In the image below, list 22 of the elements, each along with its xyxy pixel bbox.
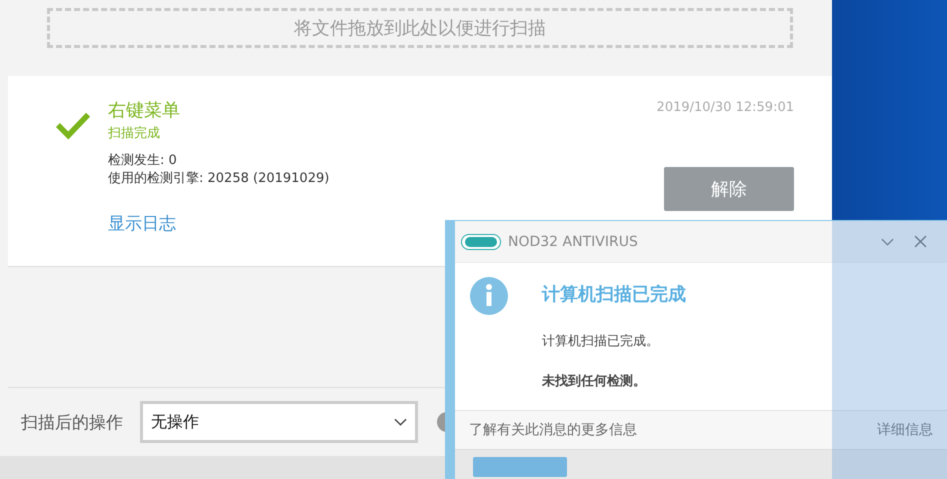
notification-message: 计算机扫描已完成。 xyxy=(542,333,660,350)
close-icon[interactable] xyxy=(914,235,927,248)
action-dropdown[interactable]: 无操作 xyxy=(140,401,418,443)
details-toggle[interactable]: 详细信息 xyxy=(877,421,933,439)
detail-text: 检测发生: 0 xyxy=(108,152,178,170)
drop-zone[interactable]: 将文件拖放到此处以便进行扫描 xyxy=(47,8,793,48)
chevron-down-icon[interactable] xyxy=(881,238,894,246)
scan-title: 右键菜单 xyxy=(108,99,181,122)
detail-text: 使用的检测引擎: 20258 (20191029) xyxy=(108,170,330,188)
notification-heading: 计算机扫描已完成 xyxy=(542,283,686,306)
notification-result: 未找到任何检测。 xyxy=(542,373,647,390)
scan-status: 扫描完成 xyxy=(108,125,161,142)
timestamp: 2019/10/30 12:59:01 xyxy=(656,100,794,115)
chevron-down-icon xyxy=(394,418,407,426)
after-scan-label: 扫描后的操作 xyxy=(21,412,124,434)
more-info-link[interactable]: 了解有关此消息的更多信息 xyxy=(469,421,637,439)
show-log-link[interactable]: 显示日志 xyxy=(108,212,330,235)
product-name: NOD32 ANTIVIRUS xyxy=(508,234,638,250)
remove-button[interactable]: 解除 xyxy=(664,167,794,211)
logo-icon xyxy=(461,234,501,250)
info-icon xyxy=(470,277,508,315)
checkmark-icon xyxy=(56,111,90,141)
